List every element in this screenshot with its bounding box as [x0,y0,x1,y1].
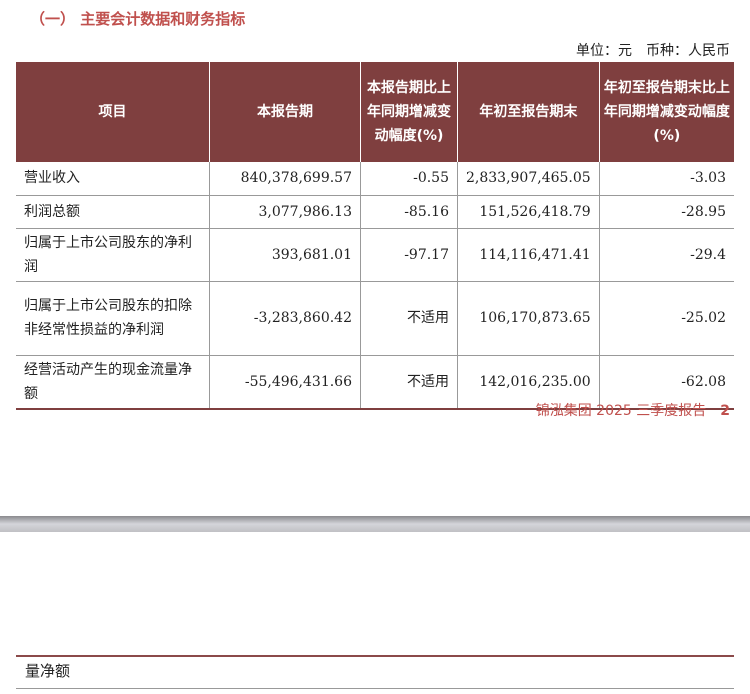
cell-value: 3,077,986.13 [209,195,361,229]
table-row: 利润总额 3,077,986.13 -85.16 151,526,418.79 -28.… [16,195,734,229]
row-label: 经营活动产生的现金流量净额 [16,355,210,410]
financial-table: 项目 本报告期 本报告期比上年同期增减变动幅度(%) 年初至报告期末 年初至报告… [16,62,734,410]
cell-value: -3,283,860.42 [209,281,361,356]
page-footer: 锦泓集团 2025 三季度报告 2 [536,400,730,420]
row-label: 营业收入 [16,162,210,196]
header-ytd-change: 年初至报告期末比上年同期增减变动幅度(%) [598,62,734,162]
row-label: 归属于上市公司股东的扣除非经常性损益的净利润 [16,281,210,356]
unit-line: 单位：元 币种：人民币 [576,43,730,59]
cell-value: -25.02 [598,281,734,356]
cell-value: -55,496,431.66 [209,355,361,410]
cell-value: -29.4 [598,228,734,282]
continued-row-label: 量净额 [25,662,71,680]
header-current-change: 本报告期比上年同期增减变动幅度(%) [360,62,458,162]
divider [16,655,734,657]
cell-value: -85.16 [360,195,458,229]
footer-text: 锦泓集团 2025 三季度报告 [535,403,707,419]
divider [16,688,734,689]
cell-value: 114,116,471.41 [457,228,600,282]
page-number: 2 [720,403,730,419]
cell-value: -97.17 [360,228,458,282]
row-label: 利润总额 [16,195,210,229]
cell-value: 2,833,907,465.05 [457,162,600,196]
table-row: 营业收入 840,378,699.57 -0.55 2,833,907,465.05-… [16,162,734,196]
cell-value: 不适用 [360,355,458,410]
table-row: 归属于上市公司股东的扣除非经常性损益的净利润 -3,283,860.42 不适用 10… [16,281,734,356]
cell-value: 106,170,873.65 [457,281,600,356]
cell-value: -3.03 [598,162,734,196]
cell-value: -0.55 [360,162,458,196]
cell-value: 不适用 [360,281,458,356]
header-ytd: 年初至报告期末 [457,62,600,162]
header-current: 本报告期 [209,62,361,162]
cell-value: 393,681.01 [209,228,361,282]
cell-value: 840,378,699.57 [209,162,361,196]
page-separator [0,516,750,532]
cell-value: -28.95 [598,195,734,229]
table-row: 归属于上市公司股东的净利润 393,681.01 -97.17 114,116,471… [16,228,734,282]
row-label: 归属于上市公司股东的净利润 [16,228,210,282]
header-item: 项目 [16,62,210,162]
cell-value: 151,526,418.79 [457,195,600,229]
section-title: （一） 主要会计数据和财务指标 [30,10,246,28]
